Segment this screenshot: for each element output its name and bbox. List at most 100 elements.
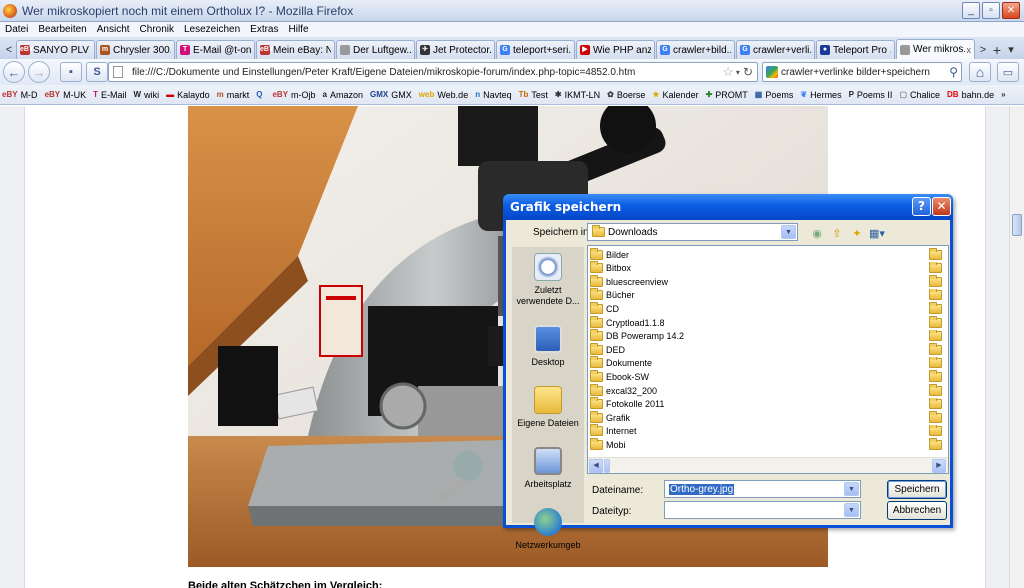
bookmark-item[interactable]: ✿ Boerse	[607, 90, 645, 100]
menu-lesezeichen[interactable]: Lesezeichen	[179, 24, 245, 35]
bookmark-item[interactable]: Q	[256, 90, 265, 99]
place-my-documents[interactable]: Eigene Dateien	[512, 386, 584, 429]
file-list-scrollbar[interactable]: ◀ ▶	[588, 457, 948, 473]
filename-value[interactable]: Ortho-grey.jpg	[669, 483, 735, 495]
cancel-button[interactable]: Abbrechen	[887, 501, 947, 520]
file-list-item[interactable]: Cryptload1.1.8	[590, 315, 665, 329]
tab[interactable]: mChrysler 300...	[96, 40, 175, 59]
filetype-select[interactable]: ▼	[664, 501, 861, 519]
search-icon[interactable]: ⚲	[949, 65, 958, 79]
bookmark-item[interactable]: eBY m-Ojb	[272, 90, 315, 100]
bookmark-item[interactable]: ★ Kalender	[652, 90, 698, 100]
place-desktop[interactable]: Desktop	[512, 325, 584, 368]
bookmark-item[interactable]: P Poems II	[849, 90, 893, 100]
file-list-item-col2[interactable]: T	[929, 438, 945, 451]
file-list-item[interactable]: Mobi	[590, 437, 626, 451]
addon-button-1[interactable]: ▪	[60, 62, 82, 82]
bookmark-item[interactable]: ▬ Kalaydo	[166, 90, 210, 100]
place-network[interactable]: Netzwerkumgeb	[512, 508, 584, 551]
back-folder-icon[interactable]: ◉	[809, 226, 825, 240]
file-list-item-col2[interactable]: S	[929, 411, 945, 424]
menu-chronik[interactable]: Chronik	[135, 24, 179, 35]
file-list-item[interactable]: Ebook-SW	[590, 369, 649, 383]
file-list-item[interactable]: bluescreenview	[590, 274, 668, 288]
file-list-item[interactable]: Bitbox	[590, 261, 631, 275]
menu-hilfe[interactable]: Hilfe	[284, 24, 314, 35]
bookmark-item[interactable]: n Navteq	[475, 90, 511, 100]
file-list-item-col2[interactable]: S	[929, 397, 945, 411]
chevron-down-icon[interactable]: ▼	[844, 503, 859, 517]
file-list-scroll-thumb[interactable]	[604, 459, 610, 473]
maximize-button[interactable]: ▫	[982, 2, 1000, 19]
file-list-item[interactable]: Internet	[590, 424, 637, 438]
page-scrollbar-thumb[interactable]	[1012, 214, 1022, 236]
tab[interactable]: Wer mikros...x	[896, 39, 975, 59]
new-folder-icon[interactable]: ✦	[849, 226, 865, 240]
file-list-item-col2[interactable]: f	[929, 329, 945, 343]
tabs-scroll-left-button[interactable]: <	[2, 40, 16, 59]
menu-datei[interactable]: Datei	[0, 24, 33, 35]
tab[interactable]: Gcrawler+verli...	[736, 40, 815, 59]
close-window-button[interactable]: ✕	[1002, 2, 1020, 19]
file-list-item-col2[interactable]: n	[929, 248, 945, 261]
bookmark-item[interactable]: Tb Test	[519, 90, 548, 100]
file-list-item[interactable]: DB Poweramp 14.2	[590, 329, 684, 343]
bookmark-item[interactable]: web Web.de	[419, 90, 468, 100]
tab[interactable]: TE-Mail @t-onl...	[176, 40, 255, 59]
file-list-item-col2[interactable]: I	[929, 261, 945, 275]
menu-ansicht[interactable]: Ansicht	[92, 24, 135, 35]
dialog-close-button[interactable]: ✕	[932, 197, 951, 216]
scroll-right-button[interactable]: ▶	[932, 459, 946, 473]
scroll-left-button[interactable]: ◀	[589, 459, 603, 473]
tab[interactable]: ●Teleport Pro ...	[816, 40, 895, 59]
place-my-computer[interactable]: Arbeitsplatz	[512, 447, 584, 490]
bookmark-item[interactable]: a Amazon	[323, 90, 363, 100]
file-list-item-col2[interactable]	[929, 302, 945, 315]
search-input[interactable]: crawler+verlinke bilder+speichern	[781, 67, 949, 78]
bookmark-item[interactable]: T E-Mail	[93, 90, 126, 100]
bookmark-item[interactable]: ✚ PROMT	[706, 90, 748, 100]
file-list-item[interactable]: CD	[590, 301, 619, 315]
bookmark-item[interactable]: DB bahn.de	[947, 90, 994, 100]
file-list-item[interactable]: Dokumente	[590, 356, 652, 370]
bookmark-item[interactable]: »	[1001, 90, 1008, 99]
reload-icon[interactable]: ↻	[743, 65, 753, 79]
file-list-item[interactable]: DED	[590, 342, 625, 356]
home-button[interactable]: ⌂	[969, 62, 991, 82]
forward-button[interactable]: →	[28, 61, 50, 83]
file-list-item[interactable]: excal32_200	[590, 383, 657, 397]
file-list-item[interactable]: Bilder	[590, 247, 629, 261]
url-history-dropdown[interactable]: ▾	[736, 68, 740, 77]
file-list-item-col2[interactable]: S	[929, 356, 945, 370]
bookmark-item[interactable]: m markt	[217, 90, 250, 100]
page-scrollbar[interactable]	[1009, 106, 1024, 588]
menu-extras[interactable]: Extras	[245, 24, 283, 35]
tab[interactable]: eBYSANYO PLV Z...	[16, 40, 95, 59]
bookmark-item[interactable]: ❦ Hermes	[800, 90, 841, 100]
up-folder-icon[interactable]: ⇧	[829, 226, 845, 240]
file-list-item-col2[interactable]: r	[929, 288, 945, 302]
toolbar-extra-button[interactable]: ▭	[997, 62, 1019, 82]
tab[interactable]: ✈Jet Protector...	[416, 40, 495, 59]
search-bar[interactable]: crawler+verlinke bilder+speichern ⚲	[762, 62, 962, 82]
file-list-item-col2[interactable]: F	[929, 343, 945, 356]
view-menu-icon[interactable]: ▦▾	[869, 226, 885, 240]
url-bar[interactable]: file:///C:/Dokumente und Einstellungen/P…	[108, 62, 758, 82]
chevron-down-icon[interactable]: ▼	[781, 225, 796, 239]
file-list-item-col2[interactable]: n	[929, 275, 945, 288]
file-list-item[interactable]: Bücher	[590, 288, 635, 302]
filename-input[interactable]: Ortho-grey.jpg ▼	[664, 480, 861, 498]
chevron-down-icon[interactable]: ▼	[844, 482, 859, 496]
file-list-item-col2[interactable]	[929, 316, 945, 329]
save-in-dropdown[interactable]: Downloads ▼	[587, 223, 798, 241]
minimize-button[interactable]: _	[962, 2, 980, 19]
bookmark-item[interactable]: ✱ IKMT-LN	[555, 90, 600, 100]
place-recent[interactable]: Zuletzt verwendete D...	[512, 253, 584, 307]
tab[interactable]: Der Luftgew...	[336, 40, 415, 59]
bookmark-item[interactable]: Wwiki	[134, 90, 160, 100]
file-list-item-col2[interactable]: S	[929, 424, 945, 438]
tab[interactable]: Gcrawler+bild...	[656, 40, 735, 59]
dialog-help-button[interactable]: ?	[912, 197, 931, 216]
file-list-item-col2[interactable]: S	[929, 370, 945, 383]
tabs-scroll-right-button[interactable]: >	[976, 40, 990, 59]
